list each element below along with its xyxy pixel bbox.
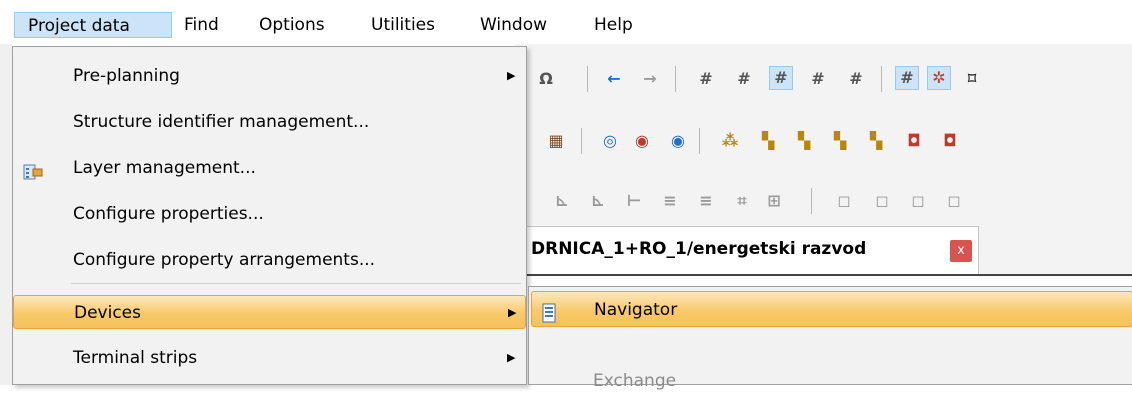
menu-project-data[interactable]: Project data [14, 12, 172, 38]
shape-icon[interactable]: ⌗ [731, 190, 753, 212]
toolbar-row-1: Ω ← → # # # # # # ✲ ⌑ [515, 58, 1132, 100]
plc-b-icon[interactable]: ▚ [829, 130, 851, 152]
menu-item-label: Devices [74, 303, 141, 323]
grid-e-icon[interactable]: # [845, 68, 867, 90]
close-icon[interactable]: x [950, 240, 972, 262]
grid-d-icon[interactable]: # [807, 68, 829, 90]
zoom-100-icon[interactable]: Ω [535, 68, 557, 90]
submenu-item-navigator[interactable]: Navigator [531, 291, 1132, 327]
toolbar-separator [881, 66, 882, 92]
cube-alt-icon[interactable]: ◻ [871, 190, 893, 212]
snap-grid-icon[interactable]: ✲ [927, 66, 951, 90]
table-icon[interactable]: ▦ [545, 130, 567, 152]
menu-item-terminal-strips[interactable]: Terminal strips ▶ [13, 341, 526, 375]
layer-management-icon [23, 159, 43, 180]
connection-icon[interactable]: ◎ [599, 130, 621, 152]
menu-bar: Project data Find Options Utilities Wind… [0, 0, 1132, 44]
menu-item-label: Configure property arrangements... [73, 250, 376, 270]
submenu-arrow-icon: ▶ [507, 351, 516, 364]
menu-item-devices[interactable]: Devices ▶ [13, 295, 526, 329]
submenu-item-label: Navigator [594, 300, 678, 320]
toolbar-row-2: ▦ ◎ ◉ ◉ ⁂ ▚ ▚ ▚ ▚ ◘ ◘ [515, 120, 1132, 162]
dimension-icon[interactable]: ⊢ [623, 190, 645, 212]
menu-utilities[interactable]: Utilities [371, 12, 435, 38]
menu-separator [71, 283, 521, 284]
cube-b-icon[interactable]: ◻ [907, 190, 929, 212]
document-tab-title: DRNICA_1+RO_1/energetski razvod [531, 239, 867, 259]
lines-icon[interactable]: ≡ [659, 190, 681, 212]
left-edge [0, 44, 12, 385]
menu-item-label: Layer management... [73, 158, 256, 178]
back-arrow-icon[interactable]: ← [603, 68, 625, 90]
toolbar-separator [675, 66, 676, 92]
menu-find[interactable]: Find [184, 12, 219, 38]
device-icon[interactable]: ◉ [631, 130, 653, 152]
toolbar-separator [699, 128, 700, 154]
menu-item-label: Structure identifier management... [73, 112, 370, 132]
copy-icon[interactable]: ⊞ [763, 190, 785, 212]
document-tab[interactable]: DRNICA_1+RO_1/energetski razvod x [524, 226, 979, 274]
forward-arrow-icon[interactable]: → [639, 68, 661, 90]
ortho-icon[interactable]: ⌑ [961, 68, 983, 90]
marker-icon[interactable]: ◘ [903, 130, 925, 152]
submenu-item-label: Exchange [593, 371, 677, 391]
grid-a-icon[interactable]: # [695, 68, 717, 90]
device-alt-icon[interactable]: ◉ [667, 130, 689, 152]
menu-window[interactable]: Window [480, 12, 547, 38]
menu-item-layer-management[interactable]: Layer management... [13, 151, 526, 185]
navigator-icon [542, 300, 556, 323]
plc-c-icon[interactable]: ▚ [865, 130, 887, 152]
plc-alt-icon[interactable]: ▚ [793, 130, 815, 152]
plc-icon[interactable]: ▚ [757, 130, 779, 152]
submenu-arrow-icon: ▶ [507, 69, 516, 82]
toolbar-separator [581, 128, 582, 154]
menu-item-configure-property-arrangements[interactable]: Configure property arrangements... [13, 243, 526, 277]
menu-options[interactable]: Options [259, 12, 325, 38]
terminal-icon[interactable]: ⁂ [719, 130, 741, 152]
grid-b-icon[interactable]: # [733, 68, 755, 90]
grid-c-icon[interactable]: # [769, 66, 793, 90]
menu-item-pre-planning[interactable]: Pre-planning ▶ [13, 59, 526, 93]
menu-item-configure-properties[interactable]: Configure properties... [13, 197, 526, 231]
devices-submenu: Navigator Exchange [528, 286, 1132, 391]
align-alt-icon[interactable]: ⊾ [587, 190, 609, 212]
submenu-arrow-icon: ▶ [508, 306, 517, 319]
menu-item-label: Configure properties... [73, 204, 264, 224]
grid-toggle-icon[interactable]: # [895, 66, 919, 90]
toolbar-separator [811, 188, 812, 214]
cube-c-icon[interactable]: ◻ [943, 190, 965, 212]
menu-item-label: Terminal strips [73, 348, 198, 368]
toolbar-row-3: ⊾ ⊾ ⊢ ≡ ≡ ⌗ ⊞ ◻ ◻ ◻ ◻ [515, 180, 1132, 222]
menu-item-label: Pre-planning [73, 66, 180, 86]
project-data-menu: Pre-planning ▶ Structure identifier mana… [12, 46, 527, 385]
menu-item-structure-identifier-management[interactable]: Structure identifier management... [13, 105, 526, 139]
menu-help[interactable]: Help [594, 12, 633, 38]
toolbar-separator [587, 66, 588, 92]
submenu-item-exchange[interactable]: Exchange [531, 363, 1132, 399]
cube-icon[interactable]: ◻ [833, 190, 855, 212]
align-icon[interactable]: ⊾ [551, 190, 573, 212]
marker-alt-icon[interactable]: ◘ [939, 130, 961, 152]
lines-alt-icon[interactable]: ≡ [695, 190, 717, 212]
